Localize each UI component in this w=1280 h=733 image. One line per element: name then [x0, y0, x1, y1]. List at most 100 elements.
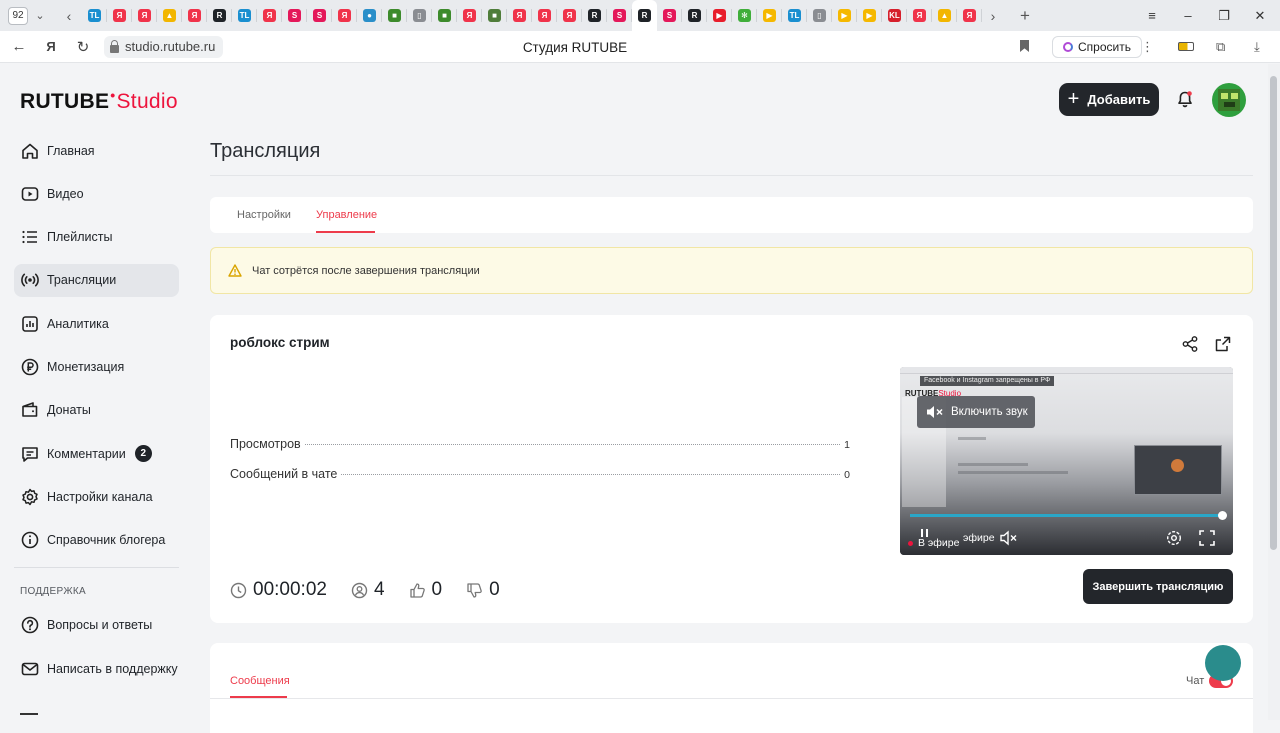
volume-muted-icon[interactable] [999, 529, 1017, 547]
browser-tab[interactable]: KL [882, 0, 907, 31]
browser-tab[interactable]: Я [557, 0, 582, 31]
sidebar-item-video[interactable]: Видео [14, 177, 179, 210]
browser-tab[interactable]: Я [532, 0, 557, 31]
browser-tab[interactable]: S [607, 0, 632, 31]
browser-tab[interactable]: TL [232, 0, 257, 31]
ask-button[interactable]: Спросить [1052, 36, 1142, 58]
stream-preview-player[interactable]: Facebook и Instagram запрещены в РФ RUTU… [900, 367, 1233, 555]
download-icon[interactable]: ⤓ [1254, 39, 1260, 55]
external-link-icon[interactable] [1214, 335, 1232, 353]
page-scrollbar[interactable] [1268, 64, 1280, 720]
browser-tab[interactable]: TL [782, 0, 807, 31]
sidebar-item-monetization[interactable]: Монетизация [14, 350, 179, 383]
back-icon[interactable]: ← [6, 38, 32, 55]
reload-icon[interactable]: ↻ [70, 38, 96, 56]
rutube-studio-logo[interactable]: RUTUBE • Studio [20, 87, 178, 114]
yandex-icon[interactable]: Я [38, 39, 64, 54]
browser-tab[interactable]: Я [107, 0, 132, 31]
sidebar-item-playlists[interactable]: Плейлисты [14, 221, 179, 254]
chat-warning-alert: Чат сотрётся после завершения трансляции [210, 247, 1253, 294]
browser-tab[interactable]: ▲ [157, 0, 182, 31]
yandex-tab-icon: Я [113, 9, 126, 22]
close-icon[interactable]: ✕ [1242, 8, 1278, 24]
rutube-tab-icon: R [588, 9, 601, 22]
title-divider [210, 175, 1253, 176]
browser-tab[interactable]: R [582, 0, 607, 31]
share-icon[interactable] [1181, 335, 1199, 353]
battery-icon[interactable] [1178, 42, 1194, 51]
browser-tab[interactable]: S [282, 0, 307, 31]
fullscreen-icon[interactable] [1198, 529, 1216, 547]
browser-tab[interactable]: ▯ [407, 0, 432, 31]
more-icon[interactable]: ⋮ [1141, 39, 1154, 55]
tab-settings[interactable]: Настройки [237, 209, 291, 221]
sidebar-item-broadcasts[interactable]: Трансляции [14, 263, 179, 297]
url-field[interactable]: studio.rutube.ru [104, 35, 224, 58]
browser-tab[interactable]: Я [332, 0, 357, 31]
sidebar-item-label: Трансляции [47, 273, 117, 288]
ruble-icon [21, 358, 39, 376]
sidebar-item-blogger-guide[interactable]: Справочник блогера [14, 524, 179, 557]
browser-tab[interactable]: Я [907, 0, 932, 31]
browser-tab[interactable]: ▶ [707, 0, 732, 31]
avatar[interactable] [1212, 83, 1246, 117]
tab-management[interactable]: Управление [316, 209, 377, 221]
settings-icon[interactable] [1165, 529, 1183, 547]
browser-tab[interactable]: ▯ [807, 0, 832, 31]
browser-tab[interactable]: R [632, 0, 657, 31]
unmute-button[interactable]: Включить звук [917, 396, 1035, 428]
end-broadcast-button[interactable]: Завершить трансляцию [1083, 569, 1233, 604]
browser-tab[interactable]: TL [82, 0, 107, 31]
tab-messages[interactable]: Сообщения [230, 675, 290, 687]
sidebar-item-channel-settings[interactable]: Настройки канала [14, 480, 179, 513]
browser-tab[interactable]: ▲ [932, 0, 957, 31]
bookmark-icon[interactable] [1020, 40, 1029, 52]
tab-count-button[interactable]: 92 [8, 6, 28, 25]
extensions-icon[interactable]: ⧉ [1216, 39, 1225, 55]
browser-tab[interactable]: Я [457, 0, 482, 31]
sidebar-item-comments[interactable]: Комментарии 2 [14, 437, 179, 470]
browser-tab[interactable]: S [307, 0, 332, 31]
menu-icon[interactable]: ≡ [1134, 8, 1170, 23]
restore-icon[interactable]: ❐ [1206, 8, 1242, 24]
browser-tab[interactable]: ■ [482, 0, 507, 31]
browser-tab[interactable]: Я [132, 0, 157, 31]
scrollbar-thumb[interactable] [1270, 76, 1277, 550]
browser-tab[interactable]: ● [357, 0, 382, 31]
browser-tab[interactable]: ■ [432, 0, 457, 31]
chevron-down-icon[interactable]: ⌄ [34, 9, 46, 22]
browser-tab[interactable]: Я [957, 0, 982, 31]
tab-scroll-right-icon[interactable]: › [984, 8, 1002, 24]
browser-tab-strip: 92 ⌄ ‹ TL Я Я ▲ Я R TL Я S S Я ● ■ ▯ ■ Я ■ Я Я Я R S R S R ▶ ✻ ▶ TL ▯… [0, 0, 1280, 31]
add-button[interactable]: + Добавить [1059, 83, 1159, 116]
browser-tab[interactable]: ▶ [832, 0, 857, 31]
browser-tab[interactable]: Я [182, 0, 207, 31]
sidebar-item-label: Монетизация [47, 359, 125, 374]
player-progress-bar[interactable] [910, 514, 1223, 517]
sidebar-item-home[interactable]: Главная [14, 134, 179, 167]
minimize-icon[interactable]: – [1170, 8, 1206, 23]
browser-tab[interactable]: ✻ [732, 0, 757, 31]
browser-tab[interactable]: ▶ [857, 0, 882, 31]
pause-icon[interactable] [920, 528, 934, 538]
tab-scroll-left-icon[interactable]: ‹ [60, 8, 78, 24]
yandex-tab-icon: Я [963, 9, 976, 22]
sidebar-item-contact-support[interactable]: Написать в поддержку [14, 652, 179, 685]
browser-tab[interactable]: ▶ [757, 0, 782, 31]
browser-tab[interactable]: R [207, 0, 232, 31]
player-progress-knob[interactable] [1218, 511, 1227, 520]
new-tab-icon[interactable]: + [1016, 6, 1034, 26]
browser-tab[interactable]: Я [507, 0, 532, 31]
browser-tab[interactable]: R [682, 0, 707, 31]
sidebar-item-analytics[interactable]: Аналитика [14, 307, 179, 340]
info-icon [21, 531, 39, 549]
bell-icon[interactable] [1176, 90, 1194, 108]
sidebar-item-donations[interactable]: Донаты [14, 394, 179, 427]
browser-tab[interactable]: ■ [382, 0, 407, 31]
warning-icon [228, 264, 242, 277]
browser-tab[interactable]: S [657, 0, 682, 31]
live-indicator: В эфире [908, 537, 959, 549]
sidebar-item-faq[interactable]: Вопросы и ответы [14, 609, 179, 642]
browser-tab[interactable]: Я [257, 0, 282, 31]
floating-help-button[interactable] [1205, 645, 1241, 681]
